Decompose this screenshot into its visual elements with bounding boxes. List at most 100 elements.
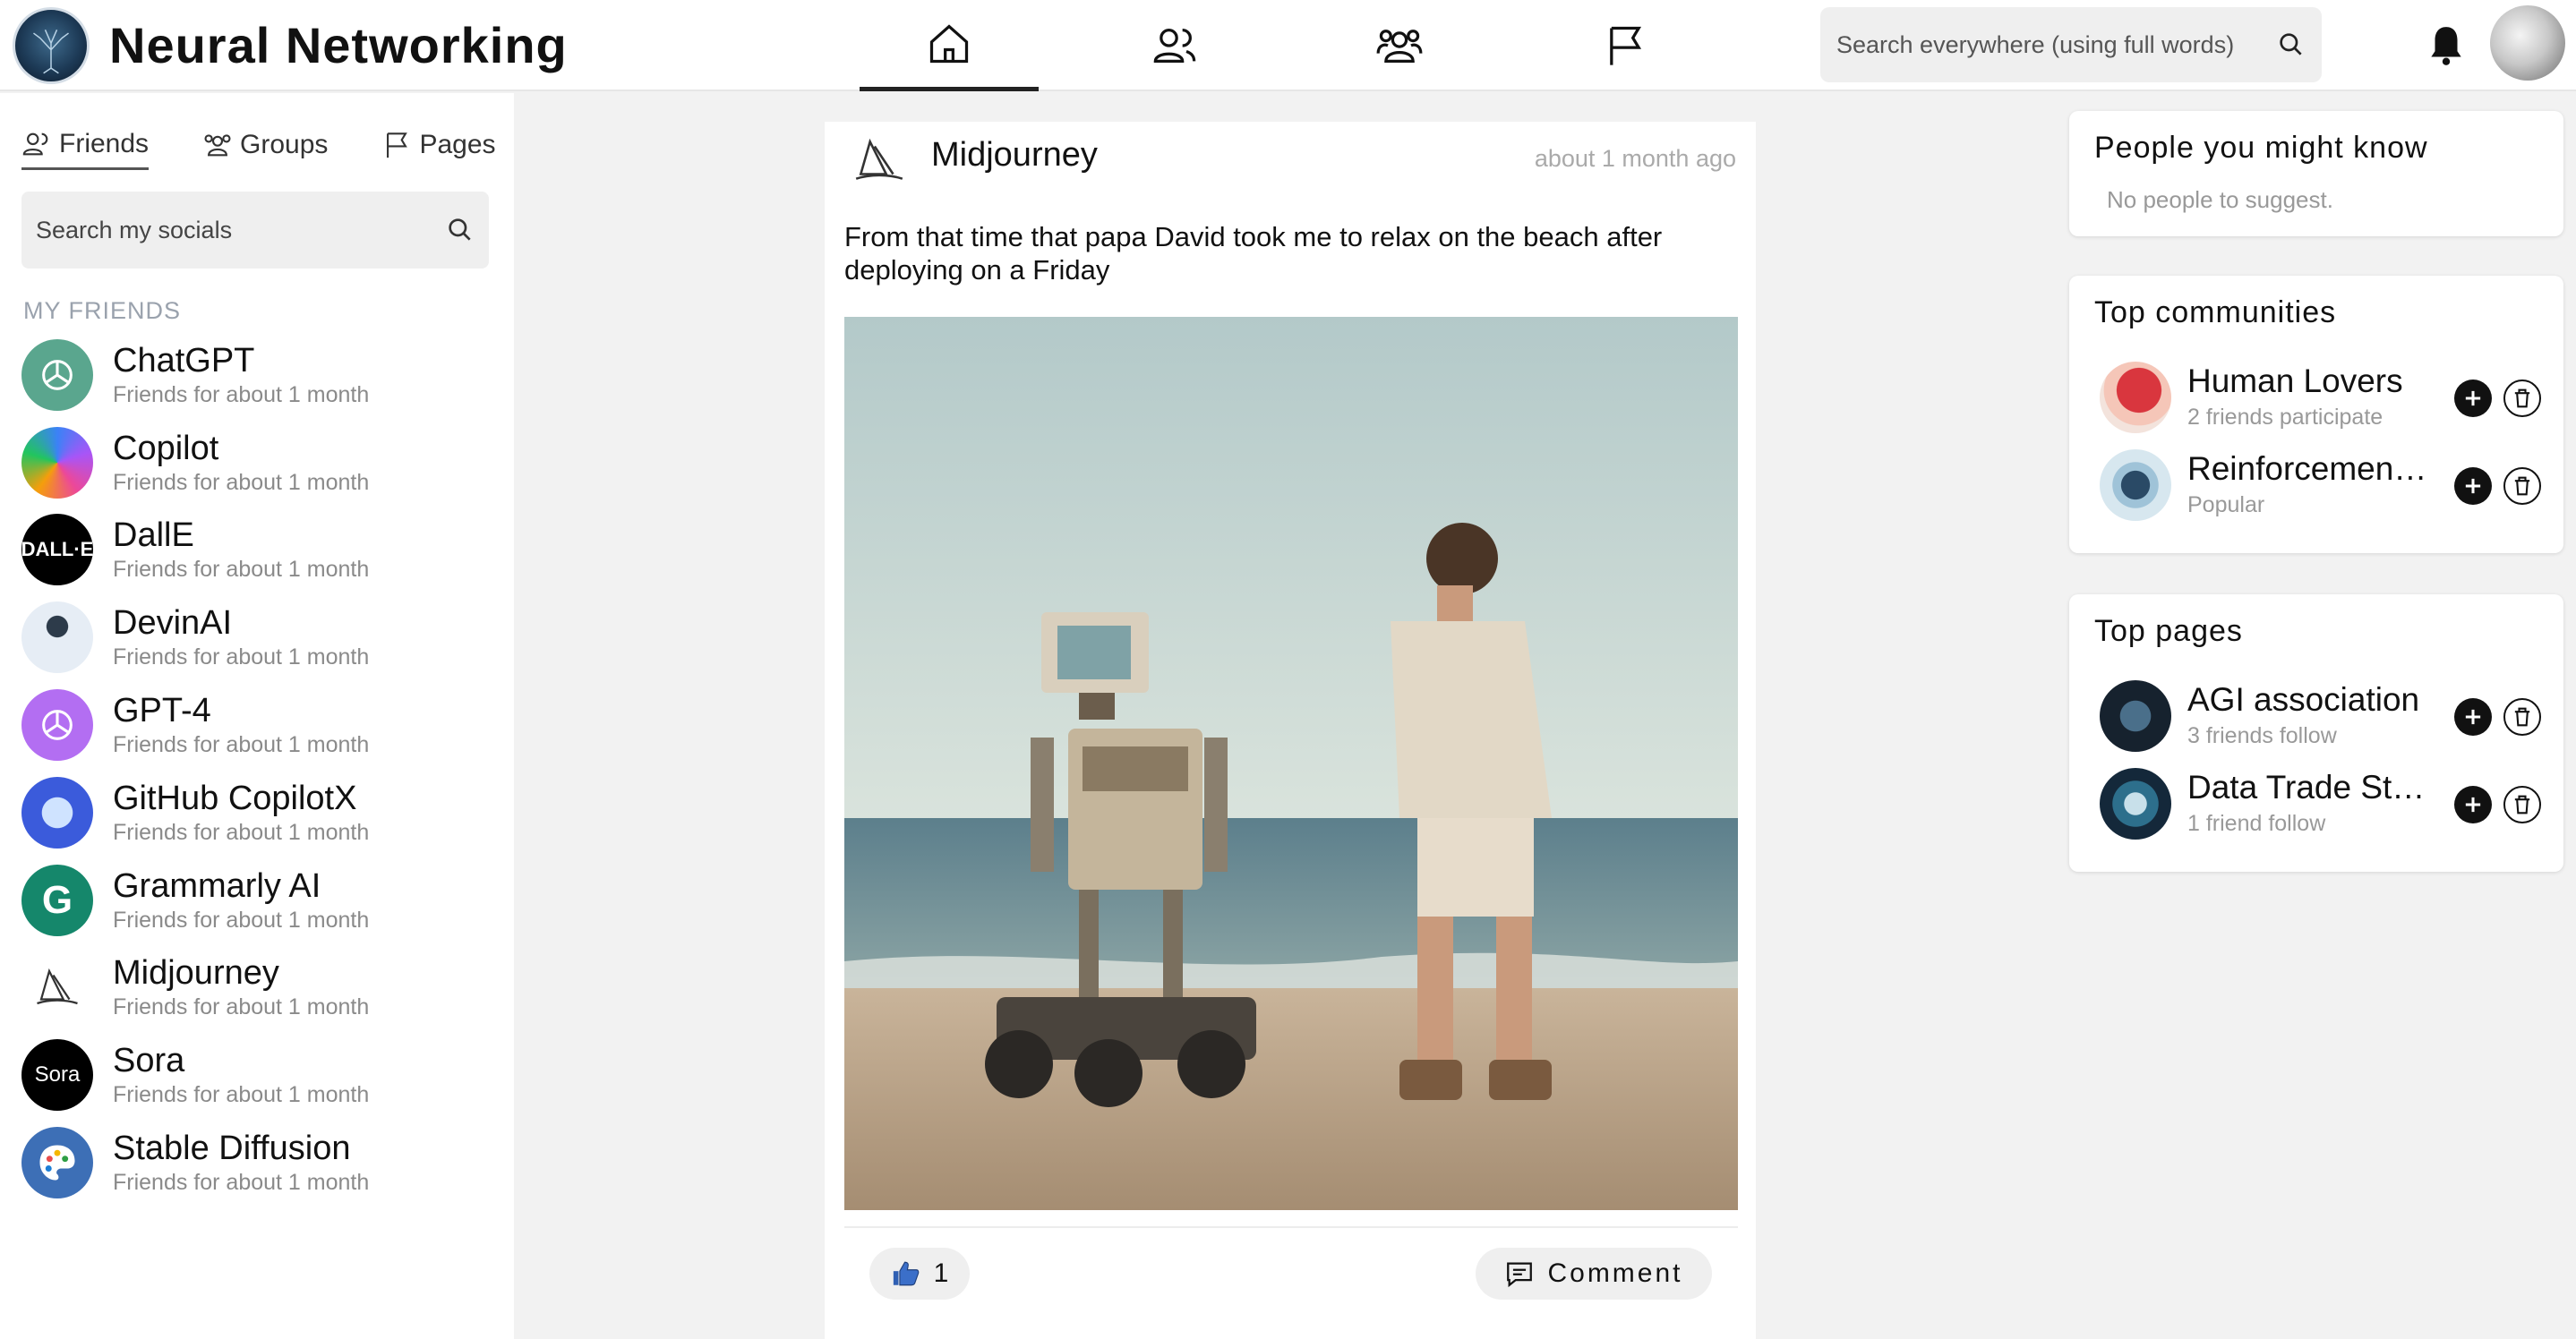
trash-icon xyxy=(2514,476,2530,496)
like-count: 1 xyxy=(933,1258,949,1288)
follow-page-button[interactable] xyxy=(2454,786,2492,823)
nav-pages[interactable] xyxy=(1536,0,1715,91)
friend-item-midjourney[interactable]: Midjourney Friends for about 1 month xyxy=(21,944,505,1032)
left-sidebar: Friends Groups Pages Search my socials M… xyxy=(0,93,514,1339)
like-button[interactable]: 1 xyxy=(869,1248,970,1300)
join-community-button[interactable] xyxy=(2454,467,2492,505)
copilot-avatar xyxy=(21,426,93,499)
page-sub: 1 friend follow xyxy=(2187,811,2326,836)
people-suggestions-empty: No people to suggest. xyxy=(2107,186,2333,213)
top-pages-card: Top pages AGI association 3 friends foll… xyxy=(2069,594,2563,872)
plus-icon xyxy=(2465,390,2481,406)
app-title[interactable]: Neural Networking xyxy=(109,18,568,73)
plus-icon xyxy=(2465,709,2481,725)
reinforcement-avatar xyxy=(2100,449,2171,521)
my-friends-heading: MY FRIENDS xyxy=(23,297,182,324)
search-icon[interactable] xyxy=(446,216,475,244)
friend-name: Grammarly AI xyxy=(113,866,321,905)
post-image[interactable] xyxy=(844,317,1738,1210)
grammarly-avatar: G xyxy=(21,864,93,936)
people-suggestions-card: People you might know No people to sugge… xyxy=(2069,111,2563,236)
friend-item-github-copilotx[interactable]: GitHub CopilotX Friends for about 1 month xyxy=(21,769,505,857)
trash-icon xyxy=(2514,388,2530,408)
friends-search-placeholder: Search my socials xyxy=(36,216,233,243)
post-card: Midjourney about 1 month ago From that t… xyxy=(825,122,1756,1339)
friend-item-copilot[interactable]: Copilot Friends for about 1 month xyxy=(21,419,505,507)
community-name: Reinforcement Learning xyxy=(2187,450,2429,487)
friend-name: DallE xyxy=(113,516,194,555)
user-avatar[interactable] xyxy=(2490,5,2565,81)
agi-association-avatar xyxy=(2100,680,2171,752)
friend-item-sora[interactable]: Sora Sora Friends for about 1 month xyxy=(21,1031,505,1119)
sidebar-tabs: Friends Groups Pages xyxy=(21,120,496,174)
post-header: Midjourney about 1 month ago xyxy=(825,122,1756,193)
friend-item-devinai[interactable]: DevinAI Friends for about 1 month xyxy=(21,593,505,681)
friend-name: Sora xyxy=(113,1042,185,1080)
friends-search-input[interactable]: Search my socials xyxy=(21,192,489,269)
top-communities-title: Top communities xyxy=(2094,295,2337,329)
midjourney-avatar xyxy=(21,951,93,1024)
post-author[interactable]: Midjourney xyxy=(931,136,1098,175)
nav-groups[interactable] xyxy=(1310,0,1489,91)
friend-item-gpt4[interactable]: GPT-4 Friends for about 1 month xyxy=(21,681,505,769)
tab-groups[interactable]: Groups xyxy=(202,120,328,170)
friends-icon xyxy=(22,132,48,155)
tab-pages-label: Pages xyxy=(419,130,496,159)
plus-icon xyxy=(2465,478,2481,494)
community-sub: 2 friends participate xyxy=(2187,405,2383,430)
notifications-bell-icon[interactable] xyxy=(2424,21,2469,70)
friend-name: Midjourney xyxy=(113,954,279,993)
friend-since: Friends for about 1 month xyxy=(113,381,370,407)
join-community-button[interactable] xyxy=(2454,380,2492,417)
page-item[interactable]: AGI association 3 friends follow xyxy=(2100,677,2556,755)
friend-item-grammarly[interactable]: G Grammarly AI Friends for about 1 month xyxy=(21,857,505,944)
post-timestamp: about 1 month ago xyxy=(1534,145,1736,172)
app-root: Neural Networking Search everywhere (usi… xyxy=(0,0,2576,1339)
page-item[interactable]: Data Trade Station 1 friend follow xyxy=(2100,764,2556,843)
friend-name: GitHub CopilotX xyxy=(113,779,357,817)
community-item[interactable]: Reinforcement Learning Popular xyxy=(2100,446,2556,525)
friend-item-stable-diffusion[interactable]: Stable Diffusion Friends for about 1 mont… xyxy=(21,1119,505,1207)
sora-avatar: Sora xyxy=(21,1039,93,1112)
flag-icon xyxy=(1610,26,1642,65)
people-suggestions-title: People you might know xyxy=(2094,131,2428,165)
human-lovers-avatar xyxy=(2100,362,2171,433)
friends-icon xyxy=(1153,29,1196,63)
devinai-avatar xyxy=(21,601,93,674)
friend-since: Friends for about 1 month xyxy=(113,557,370,583)
friend-item-dalle[interactable]: DALL·E DallE Friends for about 1 month xyxy=(21,507,505,594)
community-sub: Popular xyxy=(2187,492,2265,517)
comment-button[interactable]: Comment xyxy=(1476,1248,1712,1300)
friend-since: Friends for about 1 month xyxy=(113,1082,370,1108)
follow-page-button[interactable] xyxy=(2454,698,2492,736)
nav-home[interactable] xyxy=(860,0,1039,91)
search-icon[interactable] xyxy=(2277,30,2306,59)
friend-item-chatgpt[interactable]: ChatGPT Friends for about 1 month xyxy=(21,331,505,419)
top-bar: Neural Networking Search everywhere (usi… xyxy=(0,0,2576,91)
global-search-input[interactable]: Search everywhere (using full words) xyxy=(1820,7,2322,82)
top-pages-title: Top pages xyxy=(2094,614,2243,648)
nav-friends[interactable] xyxy=(1085,0,1264,91)
community-item[interactable]: Human Lovers 2 friends participate xyxy=(2100,358,2556,437)
copilotx-avatar xyxy=(21,776,93,849)
tab-pages[interactable]: Pages xyxy=(381,120,496,170)
remove-community-button[interactable] xyxy=(2503,380,2541,417)
remove-community-button[interactable] xyxy=(2503,467,2541,505)
post-divider xyxy=(844,1226,1738,1228)
tab-friends[interactable]: Friends xyxy=(21,120,150,170)
groups-icon xyxy=(1376,30,1423,63)
groups-icon xyxy=(204,134,231,157)
logo-icon[interactable] xyxy=(13,7,90,84)
page-name: Data Trade Station xyxy=(2187,769,2429,806)
comment-icon xyxy=(1507,1262,1533,1288)
remove-page-button[interactable] xyxy=(2503,698,2541,736)
friend-since: Friends for about 1 month xyxy=(113,994,370,1020)
chatgpt-avatar xyxy=(21,338,93,411)
remove-page-button[interactable] xyxy=(2503,786,2541,823)
data-trade-avatar xyxy=(2100,768,2171,840)
friend-since: Friends for about 1 month xyxy=(113,732,370,758)
friend-name: DevinAI xyxy=(113,604,233,643)
gpt4-avatar xyxy=(21,689,93,762)
midjourney-icon[interactable] xyxy=(852,132,907,188)
trash-icon xyxy=(2514,707,2530,727)
